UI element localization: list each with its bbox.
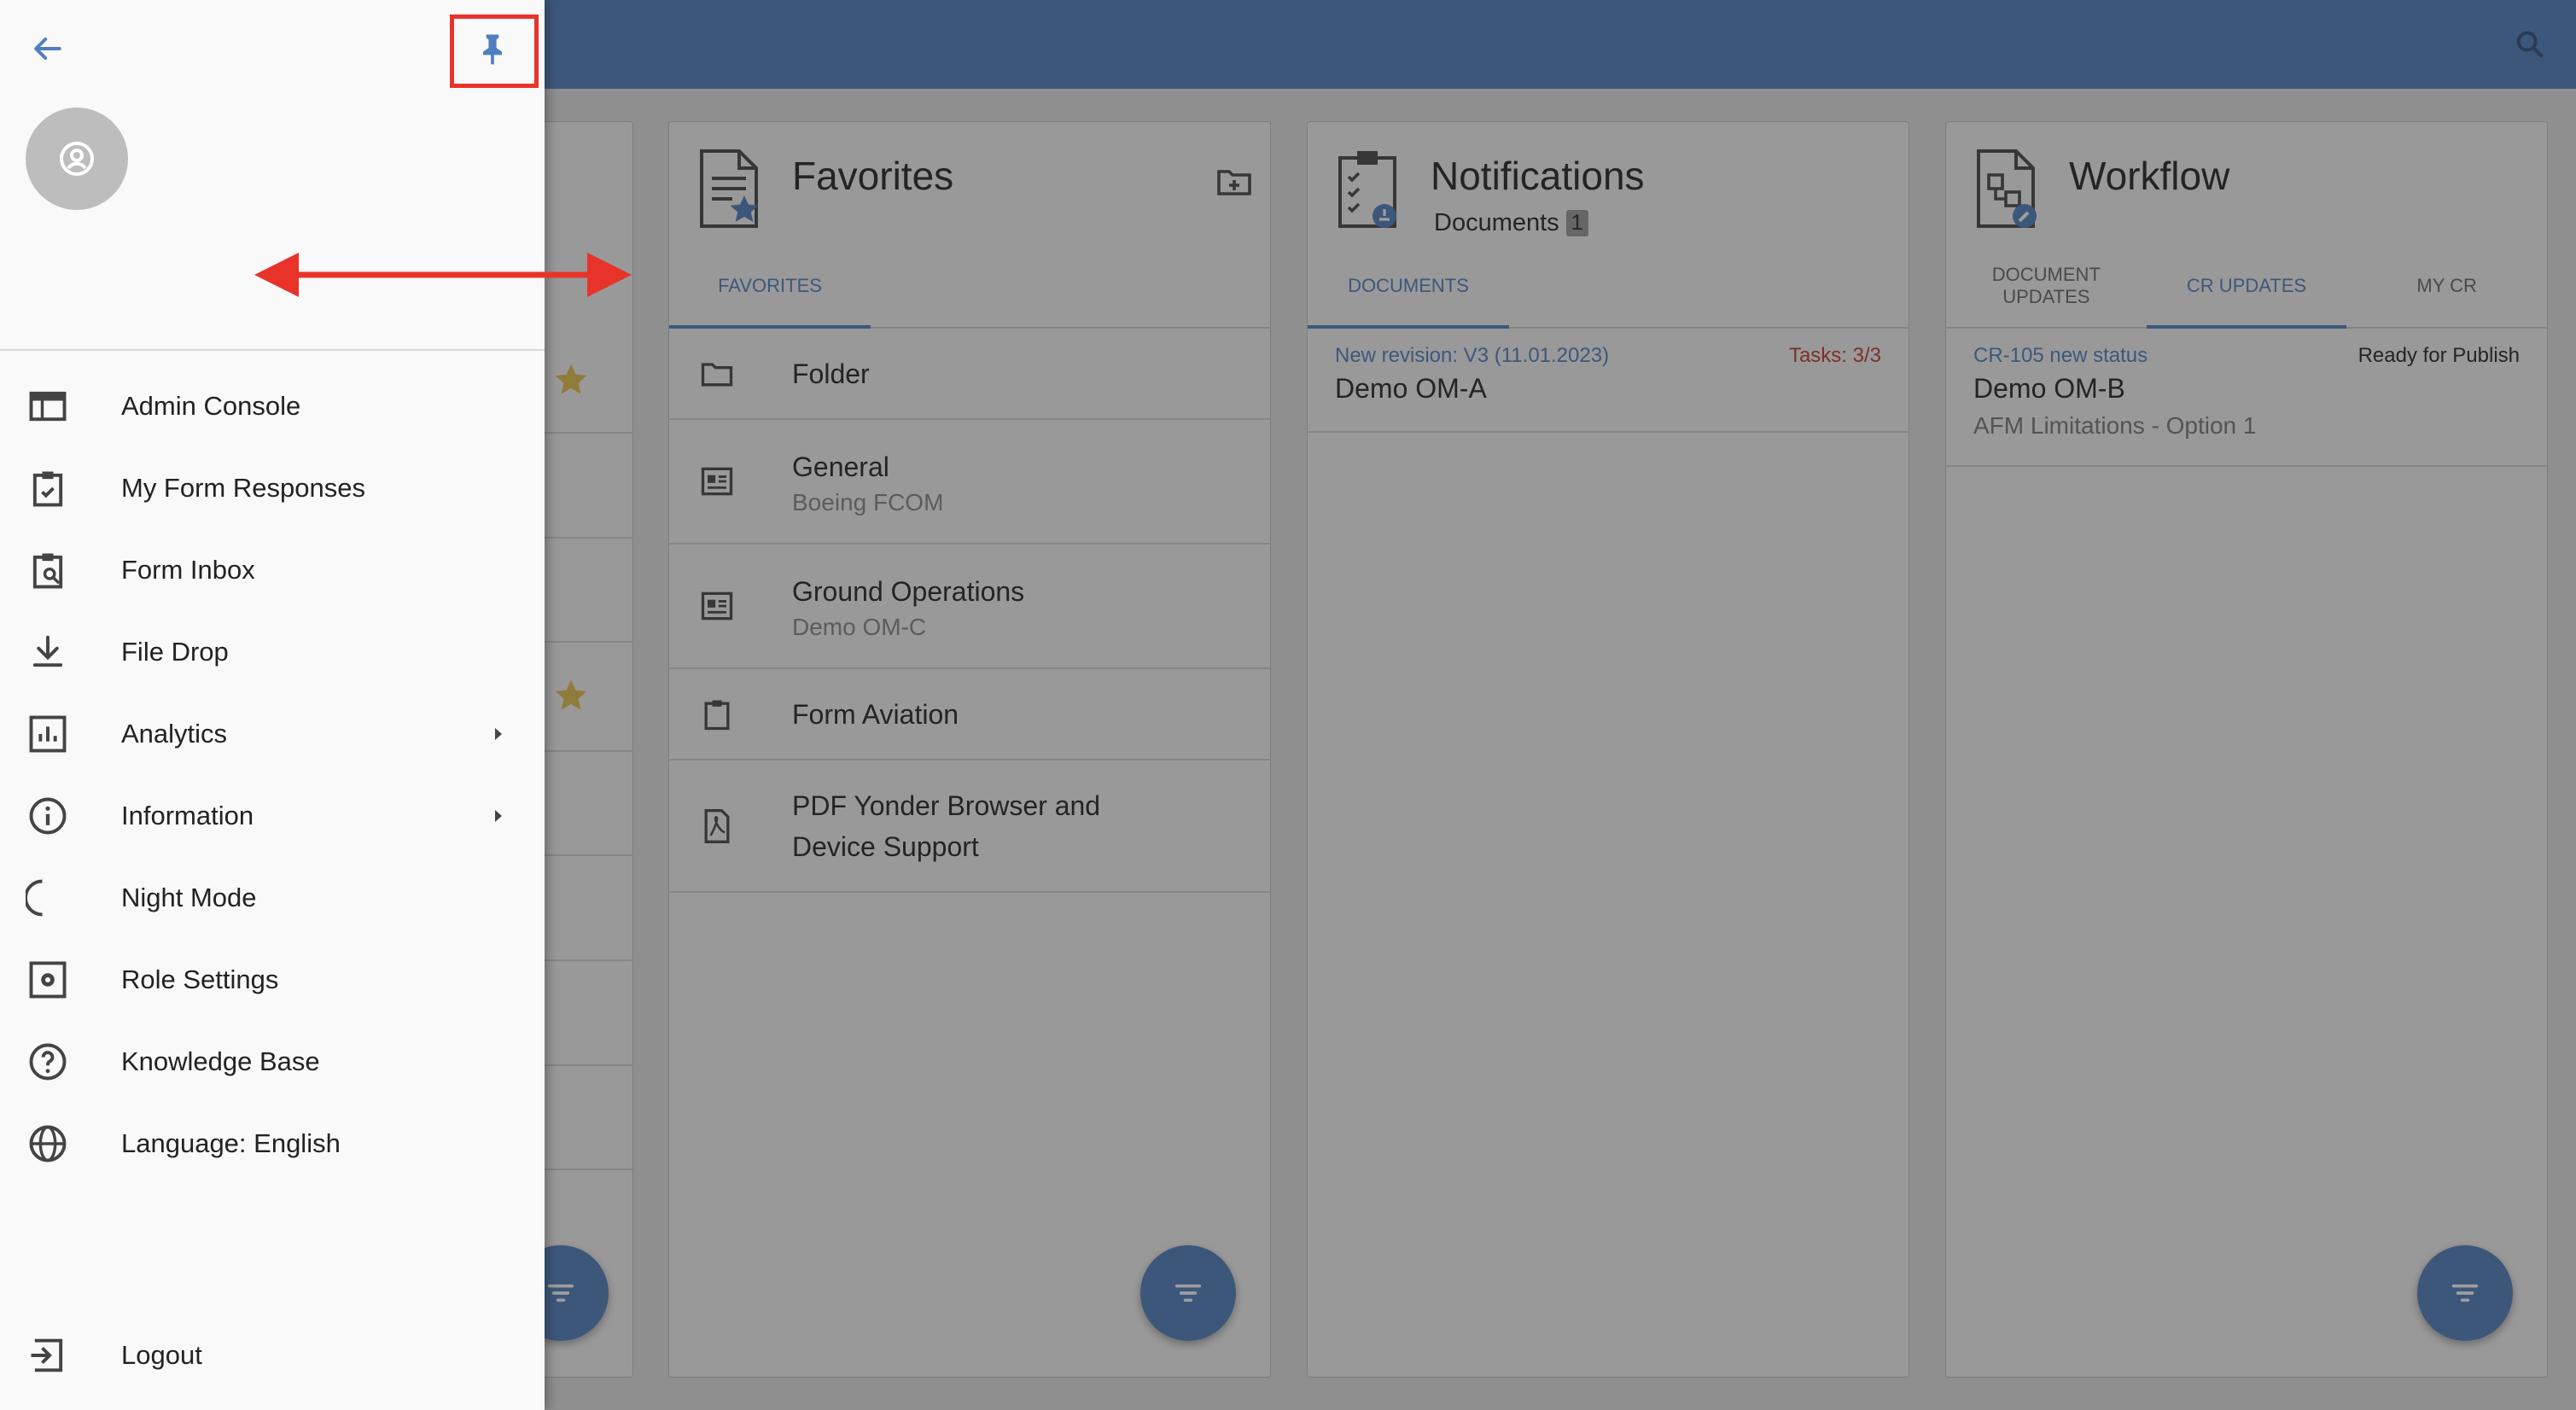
analytics-icon xyxy=(29,715,67,753)
moon-icon xyxy=(26,879,43,917)
help-icon xyxy=(29,1043,67,1081)
chevron-right-icon xyxy=(495,728,502,740)
drawer-divider xyxy=(0,349,545,351)
resize-arrow-annotation xyxy=(254,253,632,297)
navigation-drawer: Admin Console My Form Responses Form Inb… xyxy=(0,0,545,1410)
chevron-right-icon xyxy=(495,810,502,822)
menu-item-label: Information xyxy=(121,801,254,830)
user-avatar-icon xyxy=(60,142,94,176)
menu-item-label: Role Settings xyxy=(121,964,279,994)
menu-item-label: Language: English xyxy=(121,1128,341,1158)
form-responses-icon xyxy=(32,471,63,507)
pin-highlight-box xyxy=(450,15,539,88)
menu-item-label: Admin Console xyxy=(121,391,301,421)
menu-item-file-drop[interactable]: File Drop xyxy=(0,611,545,693)
logout-label: Logout xyxy=(121,1340,202,1370)
logout-button[interactable]: Logout xyxy=(0,1314,545,1396)
globe-icon xyxy=(29,1125,67,1162)
download-icon xyxy=(32,635,63,667)
back-button[interactable] xyxy=(24,26,70,72)
admin-console-icon xyxy=(29,391,67,422)
menu-item-night-mode[interactable]: Night Mode xyxy=(0,857,545,939)
arrow-back-icon xyxy=(34,37,61,61)
menu-item-form-inbox[interactable]: Form Inbox xyxy=(0,529,545,611)
avatar[interactable] xyxy=(26,108,128,210)
menu-item-admin-console[interactable]: Admin Console xyxy=(0,365,545,447)
form-inbox-icon xyxy=(32,553,63,589)
menu-item-label: Analytics xyxy=(121,719,228,749)
menu-item-label: My Form Responses xyxy=(121,473,365,503)
logout-icon xyxy=(31,1338,63,1372)
menu-item-knowledge-base[interactable]: Knowledge Base xyxy=(0,1021,545,1103)
menu-item-analytics[interactable]: Analytics xyxy=(0,693,545,775)
menu-item-information[interactable]: Information xyxy=(0,775,545,857)
menu-item-language[interactable]: Language: English xyxy=(0,1103,545,1185)
role-settings-icon xyxy=(29,961,67,999)
menu-item-label: File Drop xyxy=(121,637,229,667)
menu-item-label: Knowledge Base xyxy=(121,1046,320,1076)
menu-item-label: Form Inbox xyxy=(121,555,255,585)
info-icon xyxy=(29,797,67,835)
menu-item-my-form-responses[interactable]: My Form Responses xyxy=(0,447,545,529)
menu-item-label: Night Mode xyxy=(121,883,257,912)
menu-item-role-settings[interactable]: Role Settings xyxy=(0,939,545,1021)
